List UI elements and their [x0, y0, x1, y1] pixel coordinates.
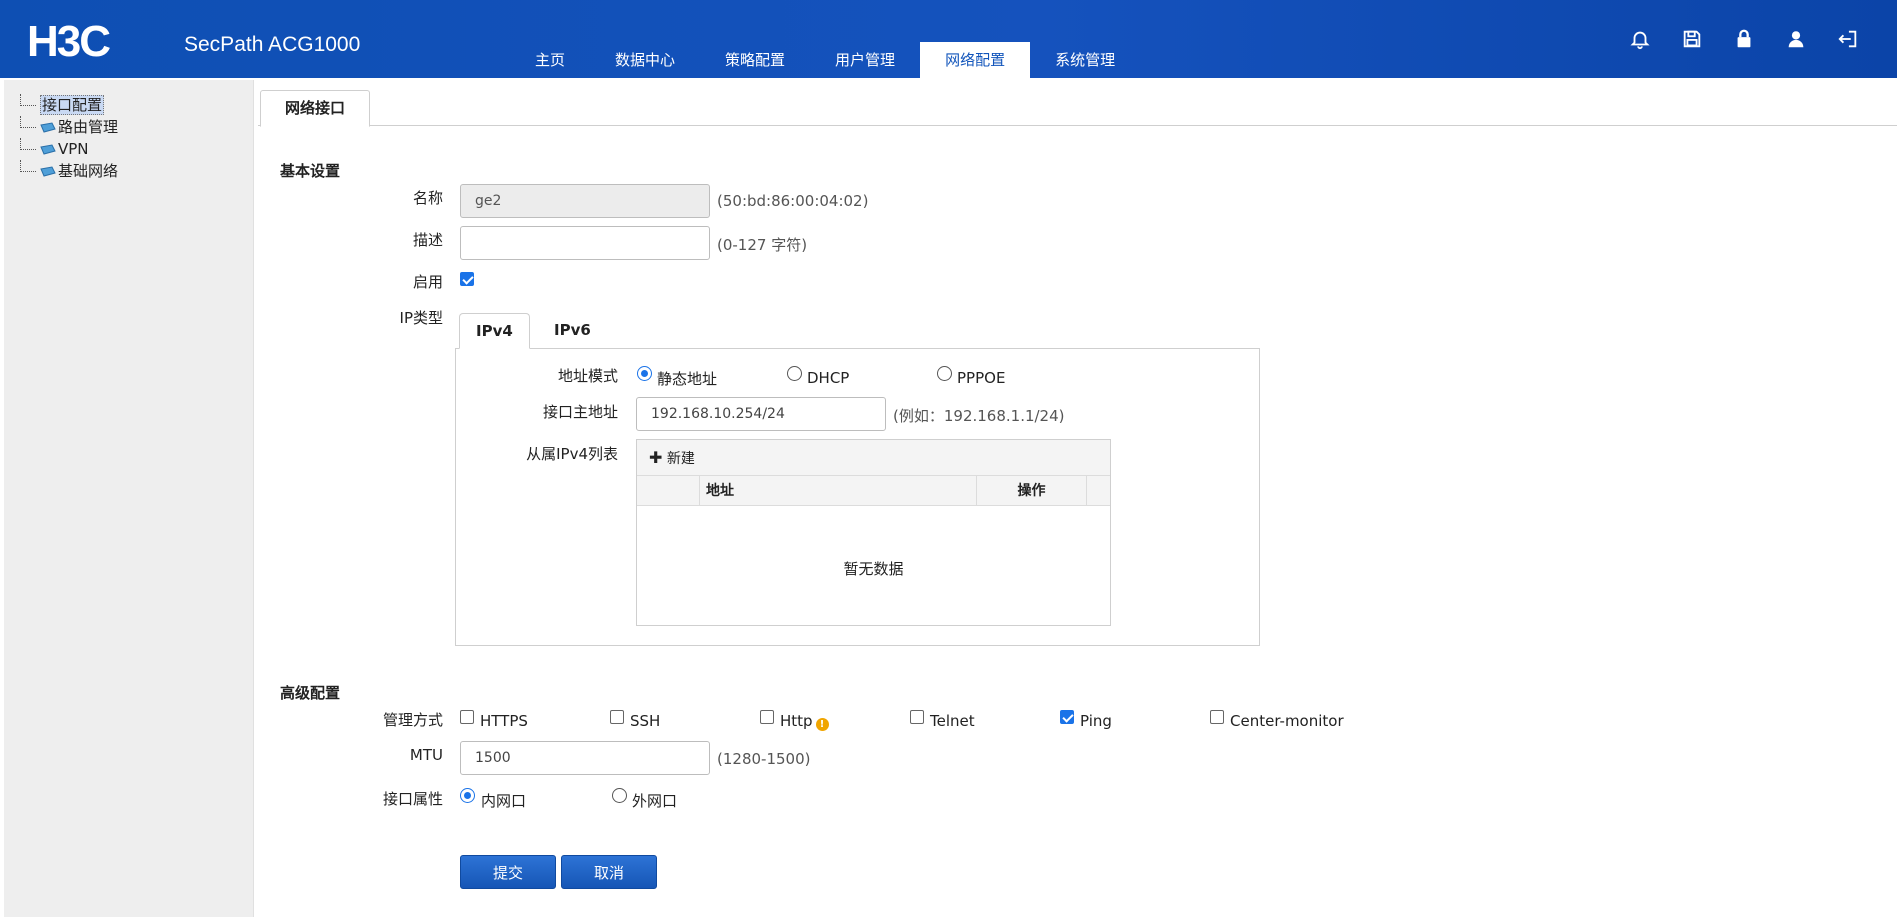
name-field[interactable]: ge2 [460, 184, 710, 218]
tab-ipv6[interactable]: IPv6 [538, 313, 607, 349]
nav-tree: 接口配置 路由管理 VPN 基础网络 [20, 94, 118, 182]
folder-icon [40, 144, 56, 155]
table-toolbar: ✚ 新建 [637, 440, 1110, 476]
mgmt-telnet-label: Telnet [930, 712, 975, 730]
nav-network-config[interactable]: 网络配置 [920, 42, 1031, 78]
enable-checkbox[interactable] [460, 272, 474, 286]
col-action: 操作 [977, 476, 1087, 506]
mgmt-ssh-label: SSH [630, 712, 661, 730]
plus-icon: ✚ [649, 448, 663, 467]
main-nav: 主页 数据中心 策略配置 用户管理 网络配置 系统管理 [510, 42, 1140, 78]
mgmt-label: 管理方式 [382, 711, 443, 729]
mgmt-http-text: Http [780, 712, 813, 730]
addr-mode-dhcp-radio[interactable] [787, 366, 802, 381]
table-header: 地址 操作 [637, 476, 1110, 506]
tab-ipv4[interactable]: IPv4 [459, 313, 530, 349]
mtu-hint: (1280-1500) [717, 750, 811, 768]
sidebar-item-label: 基础网络 [58, 162, 119, 180]
iptype-label: IP类型 [399, 309, 443, 327]
warning-icon[interactable]: ! [815, 718, 829, 731]
add-button[interactable]: ✚ 新建 [649, 448, 695, 467]
mgmt-telnet-checkbox[interactable] [910, 710, 924, 724]
page-tabbar: 网络接口 [258, 90, 1897, 127]
save-icon[interactable] [1681, 28, 1703, 50]
attr-external-label: 外网口 [632, 792, 678, 810]
sidebar-item-basic-network[interactable]: 基础网络 [20, 160, 118, 182]
attr-label: 接口属性 [382, 790, 443, 808]
desc-hint: (0-127 字符) [717, 236, 808, 254]
mtu-input[interactable]: 1500 [460, 741, 710, 775]
primary-addr-input[interactable]: 192.168.10.254/24 [636, 397, 886, 431]
addr-mode-static-radio[interactable] [637, 366, 652, 381]
sidebar: 接口配置 路由管理 VPN 基础网络 [4, 80, 254, 917]
sidebar-item-vpn[interactable]: VPN [20, 138, 118, 160]
mac-hint: (50:bd:86:00:04:02) [717, 192, 869, 210]
table-empty-text: 暂无数据 [843, 560, 904, 578]
desc-label: 描述 [412, 231, 443, 249]
col-address[interactable]: 地址 [700, 476, 977, 506]
sidebar-item-interface-config[interactable]: 接口配置 [20, 94, 118, 116]
sidebar-item-routing[interactable]: 路由管理 [20, 116, 118, 138]
enable-label: 启用 [412, 273, 443, 291]
mgmt-https-checkbox[interactable] [460, 710, 474, 724]
addr-mode-pppoe-radio[interactable] [937, 366, 952, 381]
lock-icon[interactable] [1733, 28, 1755, 50]
mgmt-ping-checkbox[interactable] [1060, 710, 1074, 724]
addr-mode-dhcp-label: DHCP [807, 369, 850, 387]
name-label: 名称 [412, 189, 443, 207]
nav-home[interactable]: 主页 [510, 42, 590, 78]
mgmt-ping-label: Ping [1080, 712, 1112, 730]
nav-system-mgmt[interactable]: 系统管理 [1030, 42, 1140, 78]
top-header: H3C SecPath ACG1000 主页 数据中心 策略配置 用户管理 网络… [0, 0, 1897, 78]
sidebar-item-label: 路由管理 [58, 118, 119, 136]
mgmt-https-label: HTTPS [480, 712, 528, 730]
svg-text:H3C: H3C [27, 17, 110, 64]
attr-internal-label: 内网口 [481, 792, 527, 810]
basic-settings-title: 基本设置 [280, 162, 341, 180]
logout-icon[interactable] [1837, 28, 1859, 50]
tab-network-interface[interactable]: 网络接口 [260, 90, 371, 127]
mgmt-http-label: Http! [780, 712, 829, 731]
nav-policy[interactable]: 策略配置 [700, 42, 810, 78]
nav-data-center[interactable]: 数据中心 [590, 42, 700, 78]
attr-external-radio[interactable] [612, 788, 627, 803]
h3c-logo: H3C [27, 17, 112, 64]
submit-button[interactable]: 提交 [460, 855, 556, 889]
mtu-label: MTU [409, 746, 443, 764]
sidebar-item-label: 接口配置 [40, 95, 105, 115]
attr-internal-radio[interactable] [460, 788, 475, 803]
secondary-ipv4-table: ✚ 新建 地址 操作 暂无数据 [636, 439, 1111, 626]
folder-icon [40, 166, 56, 177]
addr-mode-pppoe-label: PPPOE [957, 369, 1006, 387]
primary-addr-hint: (例如：192.168.1.1/24) [893, 407, 1065, 425]
header-icons [1629, 28, 1859, 50]
mgmt-http-checkbox[interactable] [760, 710, 774, 724]
add-label: 新建 [666, 451, 695, 467]
cancel-button[interactable]: 取消 [561, 855, 657, 889]
sidebar-item-label: VPN [58, 140, 89, 158]
advanced-settings-title: 高级配置 [280, 684, 341, 702]
mgmt-center-monitor-checkbox[interactable] [1210, 710, 1224, 724]
mgmt-center-monitor-label: Center-monitor [1230, 712, 1344, 730]
col-select [637, 476, 700, 506]
addr-mode-static-label: 静态地址 [657, 370, 718, 388]
primary-addr-label: 接口主地址 [542, 403, 618, 421]
folder-icon [40, 122, 56, 133]
product-name: SecPath ACG1000 [184, 33, 361, 56]
desc-field[interactable] [460, 226, 710, 260]
secondary-list-label: 从属IPv4列表 [526, 445, 618, 463]
nav-user-mgmt[interactable]: 用户管理 [810, 42, 920, 78]
mgmt-ssh-checkbox[interactable] [610, 710, 624, 724]
bell-icon[interactable] [1629, 28, 1651, 50]
user-icon[interactable] [1785, 28, 1807, 50]
addr-mode-label: 地址模式 [557, 367, 618, 385]
